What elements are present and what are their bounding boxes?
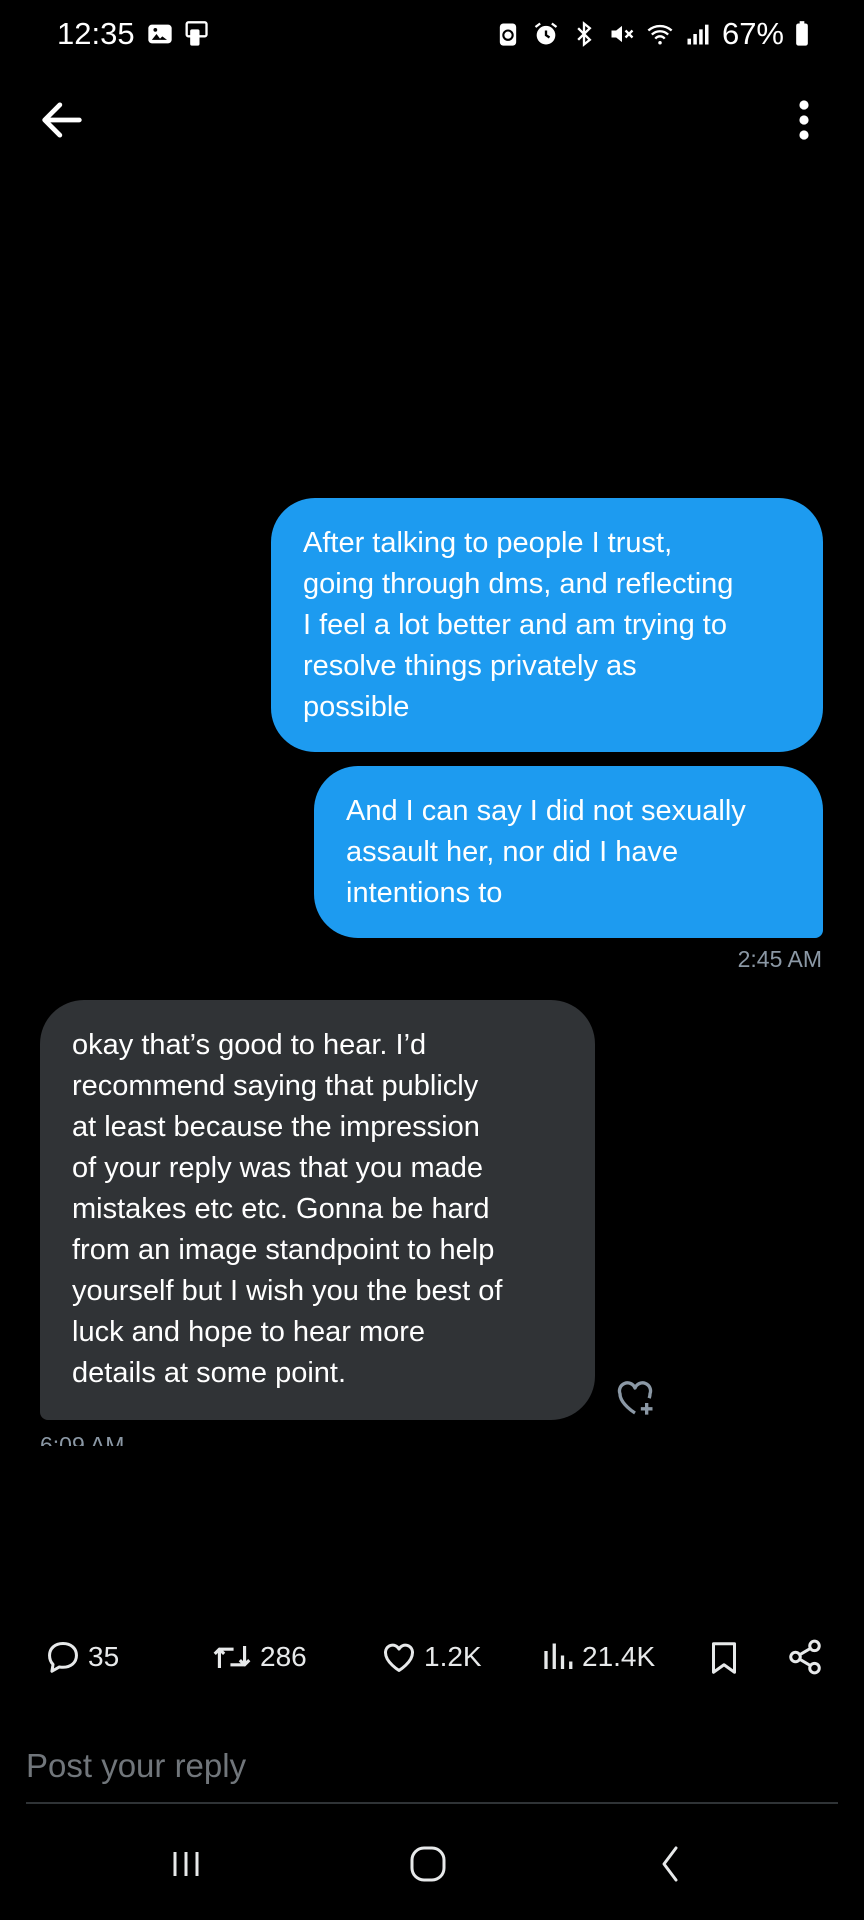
reply-input[interactable] — [26, 1738, 838, 1794]
message-line: from an image standpoint to help — [72, 1234, 495, 1266]
message-line: okay that’s good to hear. I’d — [72, 1029, 427, 1061]
bookmark-icon — [712, 1642, 736, 1674]
views-action[interactable]: 21.4K — [540, 1638, 655, 1676]
repost-icon — [213, 1646, 251, 1668]
message-timestamp: 6:09 AM — [40, 1432, 125, 1446]
heart-plus-icon — [617, 1381, 653, 1415]
status-right-icons: 67% — [494, 16, 810, 52]
message-line: at least because the impression — [72, 1111, 480, 1143]
reply-action[interactable]: 35 — [44, 1638, 119, 1676]
status-left-icons — [146, 20, 210, 48]
recents-button[interactable] — [156, 1840, 216, 1890]
back-icon — [662, 1846, 678, 1882]
battery-icon — [796, 21, 808, 46]
message-line: I feel a lot better and am trying to — [303, 609, 727, 641]
alarm-icon — [534, 22, 558, 45]
status-time: 12:35 — [57, 16, 135, 51]
post-actions-bar: 35 286 1.2K 21.4K — [0, 1638, 864, 1684]
message-line: luck and hope to hear more — [72, 1316, 426, 1348]
message-line: assault her, nor did I have — [346, 836, 679, 868]
reply-composer — [26, 1738, 838, 1804]
bluetooth-icon — [577, 21, 592, 47]
share-icon — [789, 1639, 821, 1675]
more-options-button[interactable] — [780, 94, 828, 146]
cast-icon — [185, 21, 208, 46]
heart-icon — [384, 1643, 414, 1672]
battery-percent: 67% — [721, 16, 784, 51]
message-line: resolve things privately as — [303, 650, 637, 682]
views-count: 21.4K — [582, 1641, 656, 1672]
signal-icon — [687, 24, 709, 45]
add-reaction-button[interactable] — [613, 1378, 657, 1418]
reply-count: 35 — [88, 1641, 120, 1672]
home-button[interactable] — [398, 1840, 458, 1890]
message-line: of your reply was that you made — [72, 1152, 484, 1184]
message-line: intentions to — [346, 877, 503, 909]
like-count: 1.2K — [424, 1641, 482, 1672]
message-bubble-outgoing[interactable]: And I can say I did not sexually assault… — [314, 766, 823, 938]
battery-saver-icon — [499, 23, 517, 46]
nav-back-button[interactable] — [640, 1840, 700, 1890]
like-action[interactable]: 1.2K — [380, 1638, 482, 1676]
message-line: details at some point. — [72, 1357, 347, 1389]
gallery-icon — [148, 24, 172, 44]
message-line: mistakes etc etc. Gonna be hard — [72, 1193, 490, 1225]
message-timestamp: 2:45 AM — [737, 946, 822, 972]
home-icon — [410, 1846, 446, 1882]
repost-count: 286 — [260, 1641, 307, 1672]
message-line: And I can say I did not sexually — [346, 795, 746, 827]
message-bubble-outgoing[interactable]: After talking to people I trust, going t… — [271, 498, 823, 752]
more-vertical-icon — [799, 100, 809, 140]
recents-icon — [173, 1852, 199, 1876]
message-line: possible — [303, 691, 410, 723]
system-nav-bar — [0, 1830, 864, 1902]
bookmark-button[interactable] — [706, 1638, 742, 1678]
repost-action[interactable]: 286 — [210, 1638, 307, 1676]
message-bubble-incoming[interactable]: okay that’s good to hear. I’d recommend … — [40, 1000, 595, 1420]
views-icon — [544, 1643, 573, 1669]
mute-icon — [611, 25, 634, 43]
share-button[interactable] — [786, 1638, 824, 1676]
wifi-icon — [647, 24, 673, 45]
arrow-left-icon — [42, 102, 82, 138]
comment-icon — [48, 1642, 78, 1673]
message-line: going through dms, and reflecting — [303, 568, 734, 600]
message-line: recommend saying that publicly — [72, 1070, 479, 1102]
status-bar: 12:35 67% — [0, 0, 864, 72]
message-line: yourself but I wish you the best of — [72, 1275, 503, 1307]
back-button[interactable] — [36, 94, 88, 146]
top-bar — [0, 80, 864, 152]
message-line: After talking to people I trust, — [303, 527, 673, 559]
